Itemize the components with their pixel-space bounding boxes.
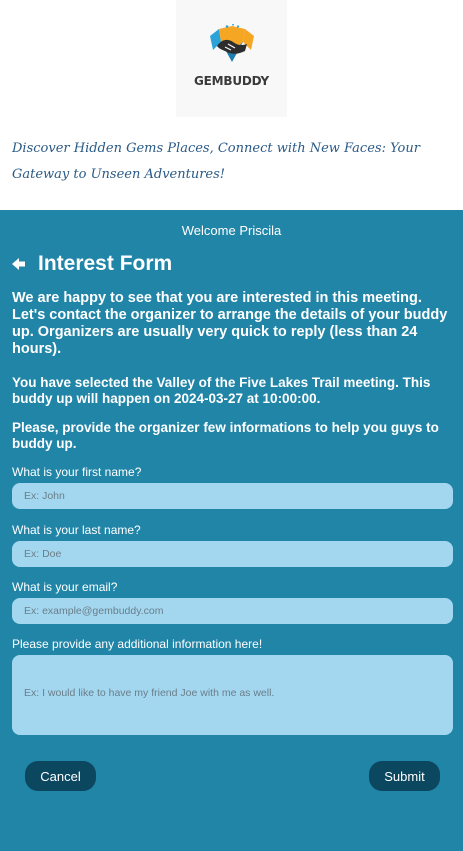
first-name-input[interactable] — [12, 483, 453, 509]
provide-info-text: Please, provide the organizer few inform… — [12, 420, 439, 451]
page-title: Interest Form — [38, 252, 173, 275]
cancel-button[interactable]: Cancel — [25, 761, 96, 791]
last-name-input[interactable] — [12, 541, 453, 567]
last-name-label: What is your last name? — [12, 523, 141, 537]
logo: GEMBUDDY — [176, 0, 287, 117]
submit-button[interactable]: Submit — [369, 761, 440, 791]
selected-meeting-text: You have selected the Valley of the Five… — [12, 375, 431, 406]
logo-wordmark: GEMBUDDY — [193, 74, 270, 88]
intro-text: We are happy to see that you are interes… — [12, 290, 448, 357]
handshake-gem-icon — [210, 24, 254, 62]
additional-info-textarea[interactable] — [12, 655, 453, 735]
email-label: What is your email? — [12, 580, 118, 594]
header: GEMBUDDY Discover Hidden Gems Places, Co… — [0, 0, 463, 210]
tagline: Discover Hidden Gems Places, Connect wit… — [12, 141, 420, 182]
first-name-label: What is your first name? — [12, 465, 142, 479]
form-header: Interest Form — [12, 251, 172, 277]
back-arrow-icon[interactable] — [12, 257, 26, 271]
interest-form-panel: Welcome Priscila Interest Form We are ha… — [0, 210, 463, 851]
additional-info-label: Please provide any additional informatio… — [12, 637, 263, 651]
welcome-message: Welcome Priscila — [181, 223, 282, 238]
email-input[interactable] — [12, 598, 453, 624]
